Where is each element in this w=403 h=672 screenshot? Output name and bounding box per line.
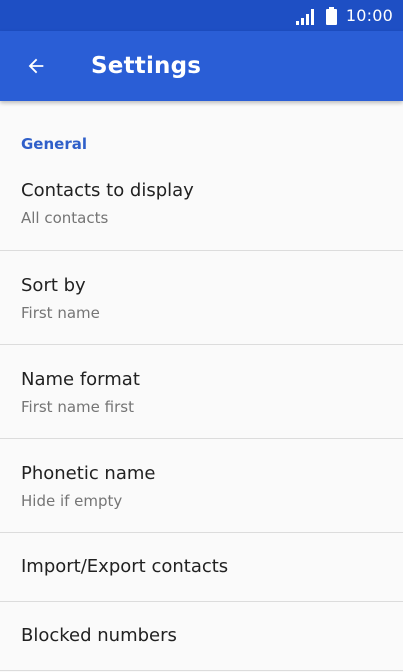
setting-title: Sort by (21, 275, 86, 296)
battery-icon (325, 6, 337, 25)
arrow-back-icon (25, 55, 47, 77)
signal-icon (295, 7, 316, 25)
setting-title: Phonetic name (21, 463, 156, 484)
setting-summary: All contacts (21, 209, 109, 227)
setting-summary: Hide if empty (21, 492, 123, 510)
setting-sort-by[interactable]: Sort by First name (0, 251, 403, 344)
setting-title: Name format (21, 369, 140, 390)
app-bar: Settings (0, 31, 403, 101)
setting-import-export-contacts[interactable]: Import/Export contacts (0, 533, 403, 601)
setting-summary: First name (21, 304, 100, 322)
back-button[interactable] (12, 42, 60, 90)
page-title: Settings (91, 53, 202, 79)
section-header-general: General (21, 135, 87, 153)
setting-blocked-numbers[interactable]: Blocked numbers (0, 602, 403, 670)
divider (0, 670, 403, 671)
status-icons: 10:00 (295, 0, 393, 31)
setting-summary: First name first (21, 398, 134, 416)
setting-title: Blocked numbers (21, 625, 177, 646)
setting-contacts-to-display[interactable]: Contacts to display All contacts (0, 167, 403, 250)
setting-title: Contacts to display (21, 180, 194, 201)
setting-title: Import/Export contacts (21, 556, 229, 577)
status-bar: 10:00 (0, 0, 403, 31)
setting-name-format[interactable]: Name format First name first (0, 345, 403, 438)
status-time: 10:00 (345, 6, 393, 25)
setting-phonetic-name[interactable]: Phonetic name Hide if empty (0, 439, 403, 532)
